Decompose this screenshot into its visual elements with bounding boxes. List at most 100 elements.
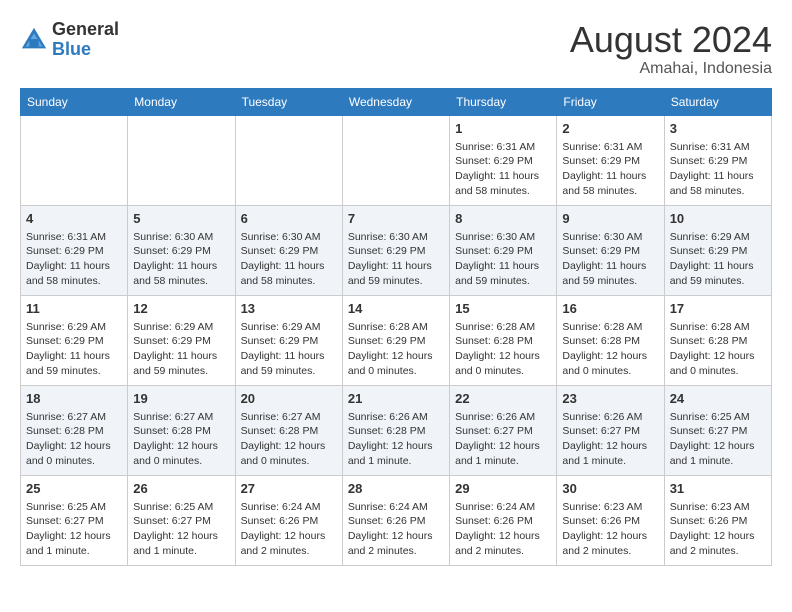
day-info-line: Daylight: 11 hours	[133, 349, 229, 364]
calendar-cell: 28Sunrise: 6:24 AMSunset: 6:26 PMDayligh…	[342, 475, 449, 565]
calendar-cell: 6Sunrise: 6:30 AMSunset: 6:29 PMDaylight…	[235, 205, 342, 295]
day-info-line: Sunrise: 6:27 AM	[241, 410, 337, 425]
day-info-line: and 1 minute.	[133, 544, 229, 559]
day-number: 3	[670, 120, 766, 138]
calendar-cell: 8Sunrise: 6:30 AMSunset: 6:29 PMDaylight…	[450, 205, 557, 295]
day-info-line: and 0 minutes.	[241, 454, 337, 469]
day-info-line: Sunrise: 6:25 AM	[26, 500, 122, 515]
calendar-subtitle: Amahai, Indonesia	[570, 60, 772, 78]
day-number: 20	[241, 390, 337, 408]
calendar-week-row: 25Sunrise: 6:25 AMSunset: 6:27 PMDayligh…	[21, 475, 772, 565]
day-info-line: Daylight: 12 hours	[133, 529, 229, 544]
day-info-line: Sunset: 6:27 PM	[562, 424, 658, 439]
day-info-line: Sunrise: 6:30 AM	[562, 230, 658, 245]
day-info-line: Sunset: 6:26 PM	[562, 514, 658, 529]
calendar-week-row: 4Sunrise: 6:31 AMSunset: 6:29 PMDaylight…	[21, 205, 772, 295]
day-number: 18	[26, 390, 122, 408]
day-info-line: Sunset: 6:27 PM	[455, 424, 551, 439]
calendar-table: SundayMondayTuesdayWednesdayThursdayFrid…	[20, 88, 772, 566]
day-info-line: Sunrise: 6:28 AM	[670, 320, 766, 335]
day-number: 7	[348, 210, 444, 228]
day-info-line: Sunset: 6:29 PM	[133, 334, 229, 349]
day-info-line: Daylight: 12 hours	[562, 439, 658, 454]
day-info-line: Daylight: 12 hours	[670, 439, 766, 454]
day-info-line: and 0 minutes.	[455, 364, 551, 379]
day-info-line: Sunset: 6:29 PM	[562, 154, 658, 169]
day-of-week-header: Sunday	[21, 88, 128, 115]
day-info-line: Sunset: 6:29 PM	[241, 334, 337, 349]
calendar-cell	[342, 115, 449, 205]
day-info-line: Daylight: 12 hours	[455, 439, 551, 454]
day-info-line: Daylight: 11 hours	[348, 259, 444, 274]
day-info-line: Daylight: 11 hours	[241, 349, 337, 364]
calendar-cell: 7Sunrise: 6:30 AMSunset: 6:29 PMDaylight…	[342, 205, 449, 295]
day-info-line: and 2 minutes.	[241, 544, 337, 559]
day-number: 21	[348, 390, 444, 408]
day-info-line: Sunset: 6:29 PM	[133, 244, 229, 259]
day-number: 13	[241, 300, 337, 318]
day-of-week-header: Friday	[557, 88, 664, 115]
calendar-cell: 25Sunrise: 6:25 AMSunset: 6:27 PMDayligh…	[21, 475, 128, 565]
calendar-cell: 5Sunrise: 6:30 AMSunset: 6:29 PMDaylight…	[128, 205, 235, 295]
day-info-line: Sunrise: 6:30 AM	[241, 230, 337, 245]
calendar-cell: 31Sunrise: 6:23 AMSunset: 6:26 PMDayligh…	[664, 475, 771, 565]
day-info-line: Sunrise: 6:30 AM	[348, 230, 444, 245]
calendar-week-row: 18Sunrise: 6:27 AMSunset: 6:28 PMDayligh…	[21, 385, 772, 475]
calendar-title: August 2024	[570, 20, 772, 60]
day-number: 31	[670, 480, 766, 498]
day-info-line: Sunset: 6:29 PM	[26, 334, 122, 349]
day-info-line: and 58 minutes.	[241, 274, 337, 289]
calendar-cell	[21, 115, 128, 205]
day-info-line: and 59 minutes.	[133, 364, 229, 379]
day-number: 4	[26, 210, 122, 228]
calendar-cell: 10Sunrise: 6:29 AMSunset: 6:29 PMDayligh…	[664, 205, 771, 295]
calendar-cell: 1Sunrise: 6:31 AMSunset: 6:29 PMDaylight…	[450, 115, 557, 205]
day-info-line: Daylight: 11 hours	[562, 169, 658, 184]
day-number: 29	[455, 480, 551, 498]
day-info-line: Sunrise: 6:24 AM	[455, 500, 551, 515]
logo: General Blue	[20, 20, 119, 60]
calendar-cell: 27Sunrise: 6:24 AMSunset: 6:26 PMDayligh…	[235, 475, 342, 565]
day-number: 26	[133, 480, 229, 498]
day-number: 24	[670, 390, 766, 408]
day-info-line: and 2 minutes.	[455, 544, 551, 559]
logo-text: General Blue	[52, 20, 119, 60]
day-info-line: and 1 minute.	[348, 454, 444, 469]
day-info-line: and 0 minutes.	[670, 364, 766, 379]
day-number: 5	[133, 210, 229, 228]
day-info-line: Daylight: 12 hours	[26, 439, 122, 454]
day-of-week-header: Tuesday	[235, 88, 342, 115]
day-info-line: Sunset: 6:28 PM	[241, 424, 337, 439]
day-info-line: Daylight: 12 hours	[348, 439, 444, 454]
day-info-line: Sunset: 6:28 PM	[133, 424, 229, 439]
day-number: 10	[670, 210, 766, 228]
calendar-cell: 9Sunrise: 6:30 AMSunset: 6:29 PMDaylight…	[557, 205, 664, 295]
calendar-cell: 16Sunrise: 6:28 AMSunset: 6:28 PMDayligh…	[557, 295, 664, 385]
calendar-cell: 21Sunrise: 6:26 AMSunset: 6:28 PMDayligh…	[342, 385, 449, 475]
day-info-line: Sunset: 6:28 PM	[26, 424, 122, 439]
calendar-cell: 4Sunrise: 6:31 AMSunset: 6:29 PMDaylight…	[21, 205, 128, 295]
day-info-line: and 1 minute.	[670, 454, 766, 469]
day-info-line: Daylight: 12 hours	[348, 349, 444, 364]
day-info-line: Sunset: 6:29 PM	[241, 244, 337, 259]
day-number: 2	[562, 120, 658, 138]
day-number: 1	[455, 120, 551, 138]
day-info-line: Sunrise: 6:30 AM	[455, 230, 551, 245]
day-of-week-header: Monday	[128, 88, 235, 115]
day-info-line: Sunset: 6:27 PM	[670, 424, 766, 439]
day-info-line: Daylight: 11 hours	[26, 259, 122, 274]
day-info-line: Sunrise: 6:26 AM	[348, 410, 444, 425]
day-info-line: and 2 minutes.	[348, 544, 444, 559]
day-info-line: and 2 minutes.	[562, 544, 658, 559]
calendar-cell: 14Sunrise: 6:28 AMSunset: 6:29 PMDayligh…	[342, 295, 449, 385]
day-number: 19	[133, 390, 229, 408]
calendar-cell: 15Sunrise: 6:28 AMSunset: 6:28 PMDayligh…	[450, 295, 557, 385]
logo-general-text: General	[52, 19, 119, 39]
day-info-line: Daylight: 12 hours	[348, 529, 444, 544]
day-info-line: Sunset: 6:27 PM	[26, 514, 122, 529]
day-info-line: Daylight: 12 hours	[241, 529, 337, 544]
day-number: 6	[241, 210, 337, 228]
day-info-line: Daylight: 12 hours	[562, 349, 658, 364]
day-info-line: Sunset: 6:29 PM	[670, 154, 766, 169]
day-info-line: Sunset: 6:29 PM	[562, 244, 658, 259]
